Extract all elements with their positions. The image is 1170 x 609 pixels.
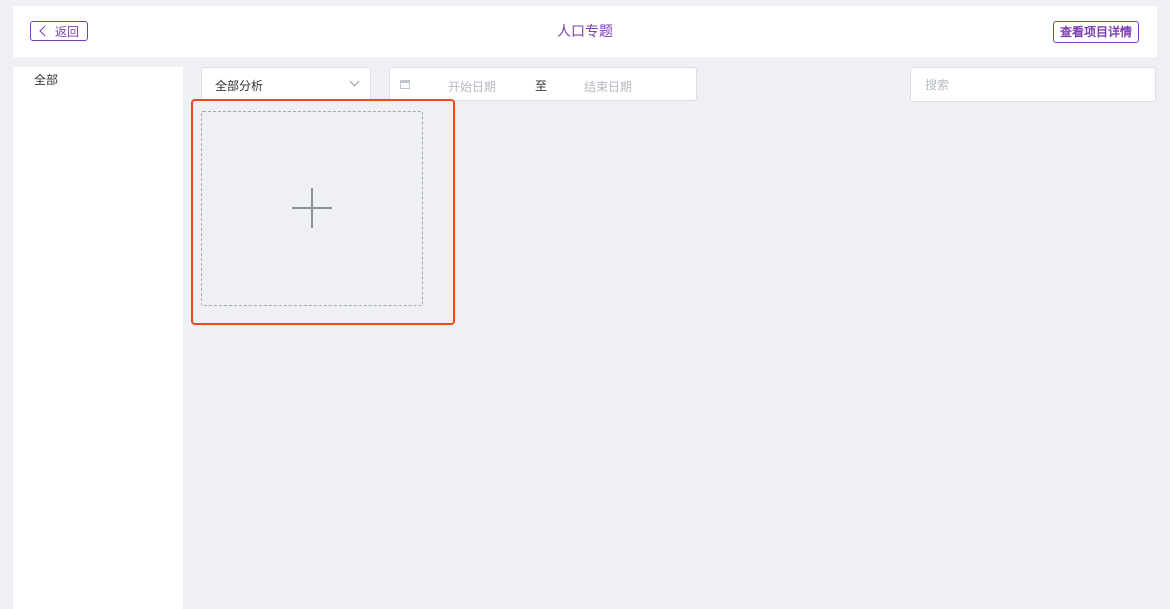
date-range-separator: 至 xyxy=(535,79,548,93)
add-analysis-card[interactable] xyxy=(201,111,423,306)
search-input[interactable] xyxy=(910,67,1156,102)
header-bar: 返回 人口专题 查看项目详情 xyxy=(13,6,1157,57)
sidebar-item-all[interactable]: 全部 xyxy=(34,71,58,88)
end-date-field[interactable]: 结束日期 xyxy=(584,78,632,95)
chevron-down-icon xyxy=(349,76,360,87)
analysis-select[interactable]: 全部分析 xyxy=(201,67,371,100)
sidebar: 全部 xyxy=(13,67,183,609)
plus-icon xyxy=(292,188,332,228)
calendar-icon xyxy=(400,80,410,89)
page-title: 人口专题 xyxy=(557,24,613,40)
analysis-select-value: 全部分析 xyxy=(215,79,264,93)
page: 返回 人口专题 查看项目详情 全部 全部分析 开始日期 至 结束日期 xyxy=(0,0,1170,609)
date-range-picker[interactable]: 开始日期 至 结束日期 xyxy=(389,67,697,101)
view-project-details-button[interactable]: 查看项目详情 xyxy=(1052,21,1139,43)
start-date-field[interactable]: 开始日期 xyxy=(448,78,496,95)
